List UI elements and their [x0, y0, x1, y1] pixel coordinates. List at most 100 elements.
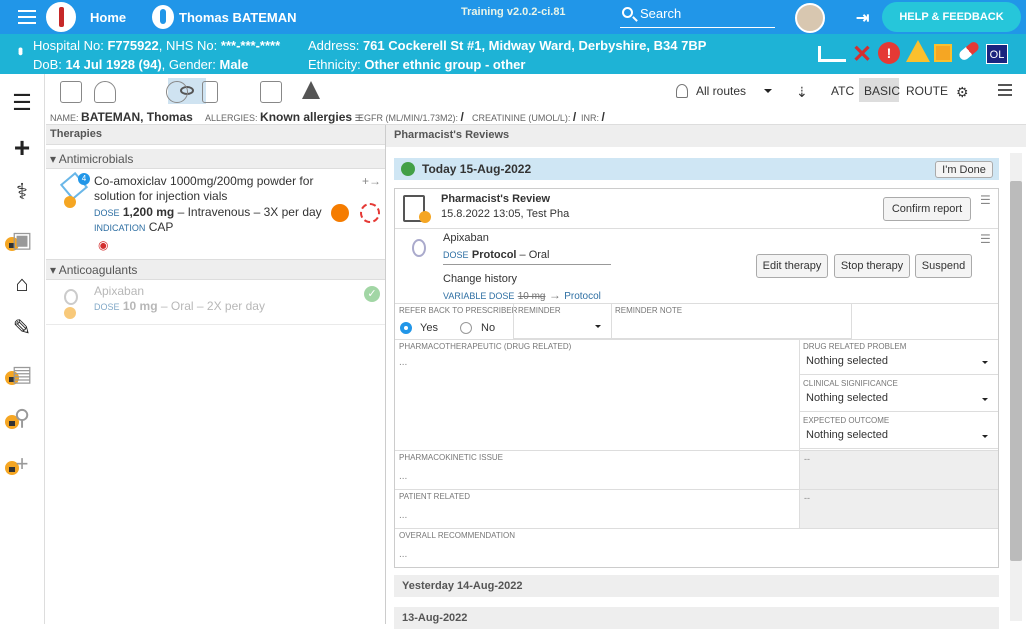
- reminder-select[interactable]: [513, 316, 611, 339]
- walk-icon[interactable]: ⚲: [8, 404, 36, 432]
- gender: Male: [219, 57, 249, 72]
- routes-select[interactable]: All routes: [696, 84, 746, 98]
- camera-icon[interactable]: ▣: [8, 226, 36, 254]
- menu-lines-icon[interactable]: [998, 84, 1012, 96]
- pharmaco-field[interactable]: ...: [399, 357, 407, 368]
- day-header-yesterday[interactable]: Yesterday 14-Aug-2022: [394, 575, 999, 597]
- card-menu-icon[interactable]: ☰: [980, 193, 991, 207]
- yes-radio[interactable]: [400, 322, 412, 334]
- clipboard-icon[interactable]: ▤: [8, 360, 36, 388]
- strip-allergies[interactable]: ALLERGIES: Known allergies ☰: [205, 110, 363, 124]
- reminder-label: REMINDER: [518, 306, 561, 315]
- therapy-row[interactable]: Apixaban DOSE 10 mg – Oral – 2X per day …: [46, 281, 385, 325]
- dose-rest: – Oral – 2X per day: [157, 299, 265, 313]
- expand-icon[interactable]: +→: [362, 174, 381, 188]
- stethoscope-icon[interactable]: ⚕: [8, 178, 36, 206]
- warning-icon[interactable]: [906, 40, 930, 62]
- group-antimicrobials[interactable]: ▾ Antimicrobials: [46, 149, 385, 169]
- overall-label: OVERALL RECOMMENDATION: [399, 531, 516, 540]
- review-title: Pharmacist's Review: [441, 193, 551, 205]
- training-version: Training v2.0.2-ci.81: [461, 6, 566, 18]
- home-icon[interactable]: ⌂: [8, 270, 36, 298]
- divider: [395, 339, 998, 340]
- arrow-right-icon: →: [548, 288, 561, 302]
- drp-select[interactable]: Nothing selected: [800, 352, 998, 375]
- alert-icon[interactable]: !: [878, 42, 900, 64]
- address: Address: 761 Cockerell St #1, Midway War…: [308, 38, 706, 53]
- allergy-icon[interactable]: [360, 203, 380, 223]
- patient-banner: ••• Hospital No: F775922, NHS No: ***-**…: [0, 34, 1026, 74]
- overall-field[interactable]: ...: [399, 549, 407, 560]
- therapy-row[interactable]: 4 Co-amoxiclav 1000mg/200mg powder for s…: [46, 170, 385, 260]
- edit-icon[interactable]: ✎: [8, 314, 36, 342]
- search-input[interactable]: Search: [620, 4, 775, 28]
- patient-icon: [152, 5, 174, 29]
- scrollbar-thumb[interactable]: [1010, 181, 1022, 561]
- capsule-icon[interactable]: [957, 40, 981, 62]
- hand-icon[interactable]: [94, 81, 116, 103]
- more-icon[interactable]: •••: [13, 47, 29, 53]
- group-anticoagulants[interactable]: ▾ Anticoagulants: [46, 260, 385, 280]
- sort-icon[interactable]: ⇣: [796, 84, 808, 101]
- dose-rest: – Oral: [516, 249, 550, 261]
- exp-select[interactable]: Nothing selected: [800, 426, 998, 449]
- pk-side: --: [800, 451, 998, 489]
- cross-alert-icon[interactable]: ✕: [852, 40, 872, 69]
- add-plus-icon[interactable]: +: [8, 450, 36, 478]
- avatar[interactable]: [795, 3, 825, 33]
- clin-value: Nothing selected: [806, 392, 888, 404]
- oral-icon: [64, 289, 78, 305]
- no-radio[interactable]: [460, 322, 472, 334]
- basic-button[interactable]: BASIC: [859, 78, 900, 102]
- strip-inr: INR: /: [581, 110, 605, 124]
- help-feedback-button[interactable]: HELP & FEEDBACK: [882, 2, 1021, 32]
- atc-button[interactable]: ATC: [831, 84, 854, 98]
- pr-field[interactable]: ...: [399, 510, 407, 521]
- suspend-button[interactable]: Suspend: [915, 254, 972, 278]
- notes-icon[interactable]: [934, 44, 952, 62]
- top-bar: Home Thomas BATEMAN Training v2.0.2-ci.8…: [0, 0, 1026, 34]
- change-history-row: VARIABLE DOSE 10 mg → Protocol: [443, 288, 601, 302]
- add-icon[interactable]: +: [8, 134, 36, 162]
- document-icon[interactable]: [202, 81, 218, 103]
- reviews-title: Pharmacist's Reviews: [386, 125, 1026, 147]
- review-subtitle: 15.8.2022 13:05, Test Pha: [441, 208, 570, 220]
- warning-tb-icon[interactable]: [302, 81, 320, 99]
- clin-select[interactable]: Nothing selected: [800, 389, 998, 412]
- pk-field[interactable]: ...: [399, 471, 407, 482]
- ol-badge[interactable]: OL: [986, 44, 1008, 64]
- bed-icon[interactable]: [818, 46, 846, 62]
- logout-icon[interactable]: ⇥: [856, 8, 869, 28]
- route-button[interactable]: ROUTE: [906, 84, 948, 98]
- exp-label: EXPECTED OUTCOME: [803, 416, 890, 425]
- therapy-menu-icon[interactable]: ☰: [980, 232, 991, 246]
- reminder-note-field[interactable]: [611, 316, 851, 339]
- menu-icon[interactable]: [18, 10, 36, 24]
- settings-icon[interactable]: ⚙: [956, 84, 969, 101]
- pill-icon[interactable]: [60, 81, 82, 103]
- pk-label: PHARMACOKINETIC ISSUE: [399, 453, 504, 462]
- day-header-13aug[interactable]: 13-Aug-2022: [394, 607, 999, 629]
- list-icon[interactable]: ☰: [8, 89, 36, 117]
- nhs-label: , NHS No:: [158, 38, 218, 53]
- day-header-today[interactable]: Today 15-Aug-2022: [394, 158, 999, 180]
- egfr-value: /: [460, 110, 464, 124]
- dose-value: 10 mg: [122, 299, 158, 313]
- patient-name[interactable]: Thomas BATEMAN: [179, 10, 296, 25]
- chart-icon[interactable]: [260, 81, 282, 103]
- link-icon[interactable]: [166, 81, 188, 103]
- patient-info-strip: NAME: BATEMAN, Thomas ALLERGIES: Known a…: [46, 108, 1026, 125]
- im-done-button[interactable]: I'm Done: [935, 161, 993, 178]
- var-new: Protocol: [564, 291, 601, 302]
- edit-therapy-button[interactable]: Edit therapy: [756, 254, 828, 278]
- confirm-report-button[interactable]: Confirm report: [883, 197, 971, 221]
- refer-label: REFER BACK TO PRESCRIBER: [399, 306, 518, 315]
- drug-dose: DOSE 10 mg – Oral – 2X per day: [94, 299, 265, 313]
- hospital-numbers: Hospital No: F775922, NHS No: ***-***-**…: [33, 38, 280, 53]
- routes-icon: [676, 84, 688, 98]
- stop-therapy-button[interactable]: Stop therapy: [834, 254, 910, 278]
- drug-name: Apixaban: [94, 284, 145, 298]
- chevron-down-icon[interactable]: [764, 89, 772, 97]
- bell-icon[interactable]: [331, 204, 349, 222]
- home-link[interactable]: Home: [90, 10, 126, 25]
